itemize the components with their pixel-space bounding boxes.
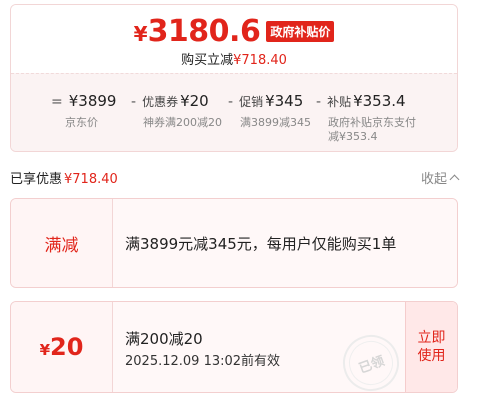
breakdown-amount: ¥20: [180, 92, 209, 110]
breakdown-amount: ¥3899: [68, 92, 117, 110]
final-price: ¥3180.6: [134, 14, 261, 49]
breakdown-operator: -: [131, 94, 137, 110]
instant-cut-row: 购买立减¥718.40: [11, 49, 457, 68]
breakdown-label: 优惠券: [142, 95, 179, 109]
breakdown-caption: 神券满200减20: [143, 116, 222, 129]
breakdown-caption: 京东价: [65, 116, 98, 129]
collapse-label: 收起: [420, 172, 447, 187]
instant-cut-label: 购买立减: [181, 53, 234, 68]
breakdown-item-coupon: - 优惠券 ¥20 神券满200减20: [131, 92, 222, 130]
coupon-value-area: ¥20: [11, 302, 113, 392]
breakdown-amount: ¥353.4: [353, 92, 406, 110]
breakdown-item-jd-price: = ¥3899 京东价: [51, 92, 116, 130]
collapse-button[interactable]: 收起: [420, 168, 460, 187]
promo-content: 满3899元减345元，每用户仅能购买1单: [113, 199, 457, 287]
full-reduction-description: 满3899元减345元，每用户仅能购买1单: [125, 235, 397, 253]
coupon-card: ¥20 满200减20 2025.12.09 13:02前有效 已领 立即 使用: [10, 301, 458, 393]
use-now-button[interactable]: 立即 使用: [405, 302, 457, 392]
breakdown-item-promotion: - 促销 ¥345 满3899减345: [228, 92, 311, 130]
gov-subsidy-badge: 政府补贴价: [266, 20, 335, 42]
coupon-currency: ¥: [39, 341, 51, 359]
breakdown-operator: -: [316, 94, 322, 110]
full-reduction-card: 满减 满3899元减345元，每用户仅能购买1单: [10, 198, 458, 288]
claimed-stamp-text: 已领: [342, 334, 400, 392]
instant-cut-amount: ¥718.40: [233, 53, 287, 68]
final-price-currency: ¥: [133, 21, 148, 46]
promo-tag-area: 满减: [11, 199, 113, 287]
coupon-amount: 20: [50, 333, 84, 361]
breakdown-caption: 政府补贴京东支付: [328, 116, 416, 129]
coupon-value: ¥20: [40, 333, 84, 361]
chevron-up-icon: [449, 174, 460, 185]
price-header: ¥3180.6 政府补贴价 购买立减¥718.40: [11, 5, 457, 73]
price-breakdown: = ¥3899 京东价 - 优惠券 ¥20 神券满200减20 - 促销 ¥345 满38…: [11, 73, 457, 151]
full-reduction-tag: 满减: [44, 235, 79, 256]
enjoyed-discount-row: 已享优惠 ¥718.40 收起: [10, 168, 460, 187]
breakdown-operator: =: [51, 94, 63, 110]
price-summary-card: ¥3180.6 政府补贴价 购买立减¥718.40 = ¥3899 京东价 - 优惠…: [10, 4, 458, 152]
breakdown-caption-line2: 减¥353.4: [328, 130, 378, 143]
breakdown-amount: ¥345: [265, 92, 304, 110]
enjoyed-discount-amount: ¥718.40: [64, 172, 118, 187]
breakdown-label: 促销: [239, 95, 264, 109]
use-now-line1: 立即: [417, 330, 446, 346]
coupon-title: 满200减20: [125, 330, 203, 348]
final-price-row: ¥3180.6 政府补贴价: [11, 5, 457, 49]
final-price-value: 3180.6: [147, 13, 261, 49]
coupon-expiry: 2025.12.09 13:02前有效: [125, 354, 281, 369]
use-now-line2: 使用: [417, 348, 446, 364]
breakdown-operator: -: [228, 94, 234, 110]
breakdown-caption: 满3899减345: [240, 116, 311, 129]
breakdown-item-subsidy: - 补贴 ¥353.4 政府补贴京东支付 减¥353.4: [316, 92, 416, 144]
breakdown-label: 补贴: [327, 95, 352, 109]
enjoyed-discount-label: 已享优惠: [10, 172, 63, 187]
claimed-stamp-icon: 已领: [335, 327, 407, 392]
coupon-content: 满200减20 2025.12.09 13:02前有效 已领 立即 使用: [113, 302, 457, 392]
